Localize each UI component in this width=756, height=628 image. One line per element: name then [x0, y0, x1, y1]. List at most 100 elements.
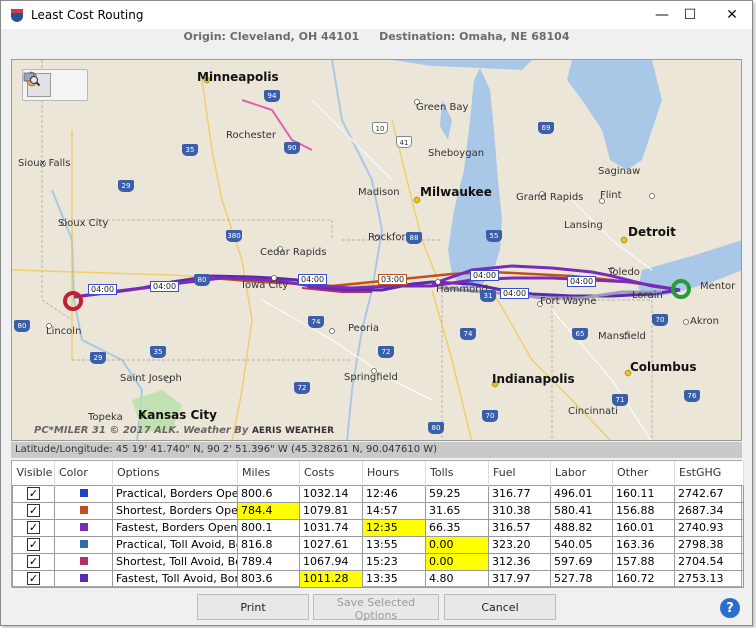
interstate-shield: 88 [406, 232, 422, 244]
column-header-fuel[interactable]: Fuel [488, 461, 551, 485]
route-color-swatch[interactable] [79, 489, 88, 497]
route-map[interactable]: Minneapolis Rochester Sioux Falls Sioux … [11, 59, 742, 441]
interstate-shield: 35 [150, 346, 166, 358]
hours-cell: 14:57 [362, 501, 426, 520]
city-label: Mansfield [598, 331, 646, 342]
close-button[interactable]: ✕ [709, 1, 755, 29]
table-row[interactable]: ✓ Shortest, Borders Open, U 784.4 1079.8… [12, 501, 744, 520]
estghg-cell: 2687.34 [674, 501, 744, 520]
interstate-shield: 80 [428, 422, 444, 434]
miles-cell: 816.8 [237, 535, 300, 554]
column-header-options[interactable]: Options [112, 461, 238, 485]
fuel-cell: 323.20 [488, 535, 551, 554]
estghg-cell: 2740.93 [674, 518, 744, 537]
interstate-shield: 65 [572, 328, 588, 340]
column-header-color[interactable]: Color [54, 461, 113, 485]
table-row[interactable]: ✓ Shortest, Toll Avoid, Bord 789.4 1067.… [12, 552, 744, 571]
visible-checkbox[interactable]: ✓ [27, 555, 40, 568]
column-header-visible[interactable]: Visible [12, 461, 55, 485]
interstate-shield: 74 [460, 328, 476, 340]
help-icon[interactable]: ? [720, 598, 740, 618]
us-route-shield: 10 [372, 122, 388, 134]
column-header-labor[interactable]: Labor [550, 461, 613, 485]
interstate-shield: 55 [486, 230, 502, 242]
route-color-swatch[interactable] [79, 540, 88, 548]
costs-cell: 1011.28 [299, 569, 363, 588]
zoom-search-icon [23, 72, 41, 87]
tolls-cell: 31.65 [425, 501, 489, 520]
window-title: Least Cost Routing [31, 8, 144, 22]
zoom-tool-button[interactable] [23, 72, 83, 97]
other-cell: 163.36 [612, 535, 675, 554]
grid-header-row: Visible Color Options Miles Costs Hours … [12, 461, 744, 485]
hours-cell: 13:35 [362, 569, 426, 588]
route-time-tag: 04:00 [298, 274, 328, 285]
visible-checkbox[interactable]: ✓ [27, 521, 40, 534]
visible-checkbox[interactable]: ✓ [27, 504, 40, 517]
route-color-swatch[interactable] [79, 523, 88, 531]
maximize-button[interactable]: ☐ [667, 1, 713, 29]
city-label: Springfield [344, 372, 398, 383]
interstate-shield: 72 [294, 382, 310, 394]
close-icon: ✕ [726, 7, 738, 23]
interstate-shield: 80 [194, 274, 210, 286]
labor-cell: 496.01 [550, 484, 613, 503]
options-cell: Practical, Toll Avoid, Bord [112, 535, 238, 554]
route-color-swatch[interactable] [79, 574, 88, 582]
origin-label: Origin: Cleveland, OH 44101 [183, 30, 360, 43]
costs-cell: 1031.74 [299, 518, 363, 537]
tolls-cell: 59.25 [425, 484, 489, 503]
interstate-shield: 70 [652, 314, 668, 326]
hours-cell: 13:55 [362, 535, 426, 554]
city-label: Detroit [628, 225, 676, 239]
table-row[interactable]: ✓ Fastest, Toll Avoid, Border 803.6 1011… [12, 569, 744, 588]
costs-cell: 1079.81 [299, 501, 363, 520]
column-header-costs[interactable]: Costs [299, 461, 363, 485]
city-label: Indianapolis [492, 372, 575, 386]
table-row[interactable]: ✓ Practical, Toll Avoid, Bord 816.8 1027… [12, 535, 744, 554]
city-label: Lansing [564, 220, 603, 231]
map-copyright: PC*MILER 31 © 2017 ALK. Weather By AERIS… [34, 425, 334, 436]
column-header-other[interactable]: Other [612, 461, 675, 485]
visible-checkbox[interactable]: ✓ [27, 572, 40, 585]
city-label: Columbus [630, 360, 697, 374]
miles-cell: 800.1 [237, 518, 300, 537]
cancel-button[interactable]: Cancel [444, 594, 556, 620]
visible-checkbox[interactable]: ✓ [27, 487, 40, 500]
fuel-cell: 316.77 [488, 484, 551, 503]
route-color-swatch[interactable] [79, 557, 88, 565]
city-label: Rochester [226, 130, 276, 141]
interstate-shield: 94 [264, 90, 280, 102]
route-time-tag: 04:00 [150, 281, 180, 292]
hours-cell: 12:35 [362, 518, 426, 537]
miles-cell: 800.6 [237, 484, 300, 503]
visible-checkbox[interactable]: ✓ [27, 538, 40, 551]
save-selected-options-button[interactable]: Save Selected Options [313, 594, 439, 622]
labor-cell: 527.78 [550, 569, 613, 588]
interstate-shield: 31 [480, 290, 496, 302]
city-label: Peoria [348, 323, 379, 334]
column-header-tolls[interactable]: Tolls [425, 461, 489, 485]
route-color-swatch[interactable] [79, 506, 88, 514]
column-header-miles[interactable]: Miles [237, 461, 300, 485]
city-label: Kansas City [138, 408, 217, 422]
maximize-icon: ☐ [683, 7, 697, 23]
route-time-tag: 04:00 [470, 270, 500, 281]
us-route-shield: 41 [396, 136, 412, 148]
tolls-cell: 0.00 [425, 535, 489, 554]
column-header-hours[interactable]: Hours [362, 461, 426, 485]
interstate-shield: 380 [226, 230, 242, 242]
interstate-shield: 72 [378, 346, 394, 358]
table-row[interactable]: ✓ Practical, Borders Open, U 800.6 1032.… [12, 484, 744, 503]
table-row[interactable]: ✓ Fastest, Borders Open, Us 800.1 1031.7… [12, 518, 744, 537]
route-time-tag: 04:00 [567, 276, 597, 287]
city-label: Milwaukee [420, 185, 492, 199]
estghg-cell: 2753.13 [674, 569, 744, 588]
column-header-estghg[interactable]: EstGHG [674, 461, 744, 485]
city-label: Madison [358, 187, 400, 198]
labor-cell: 580.41 [550, 501, 613, 520]
city-label: Sioux Falls [18, 158, 71, 169]
routes-grid: Visible Color Options Miles Costs Hours … [11, 460, 744, 588]
interstate-shield: 29 [90, 352, 106, 364]
print-button[interactable]: Print [197, 594, 309, 620]
